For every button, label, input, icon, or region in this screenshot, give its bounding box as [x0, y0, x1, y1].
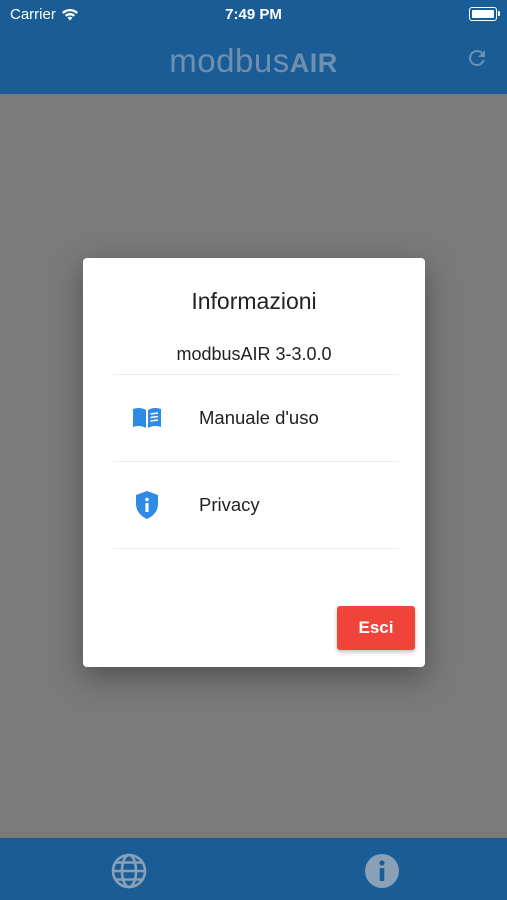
privacy-label: Privacy: [199, 494, 260, 515]
info-icon[interactable]: [363, 852, 401, 890]
globe-icon[interactable]: [110, 852, 148, 890]
app-title-light: modbus: [169, 42, 290, 79]
manual-label: Manuale d'uso: [199, 407, 319, 428]
battery-icon: [469, 7, 500, 21]
info-dialog: Informazioni modbusAIR 3-3.0.0 Manuale d…: [83, 258, 425, 667]
divider: [113, 548, 399, 549]
bottom-bar: [0, 838, 507, 900]
app-version: modbusAIR 3-3.0.0: [176, 344, 332, 364]
manual-item[interactable]: Manuale d'uso: [113, 375, 399, 461]
top-bar: Carrier 7:49 PM modbusAIR: [0, 0, 507, 94]
clock: 7:49 PM: [225, 6, 282, 23]
shield-info-icon: [131, 489, 163, 521]
book-icon: [131, 402, 163, 434]
status-bar: Carrier 7:49 PM: [0, 0, 507, 28]
privacy-item[interactable]: Privacy: [113, 462, 399, 548]
dialog-title: Informazioni: [191, 288, 317, 314]
app-title-bold: AIR: [289, 48, 338, 78]
close-button[interactable]: Esci: [337, 606, 415, 650]
refresh-icon[interactable]: [465, 46, 489, 70]
app-title: modbusAIR: [0, 42, 507, 80]
